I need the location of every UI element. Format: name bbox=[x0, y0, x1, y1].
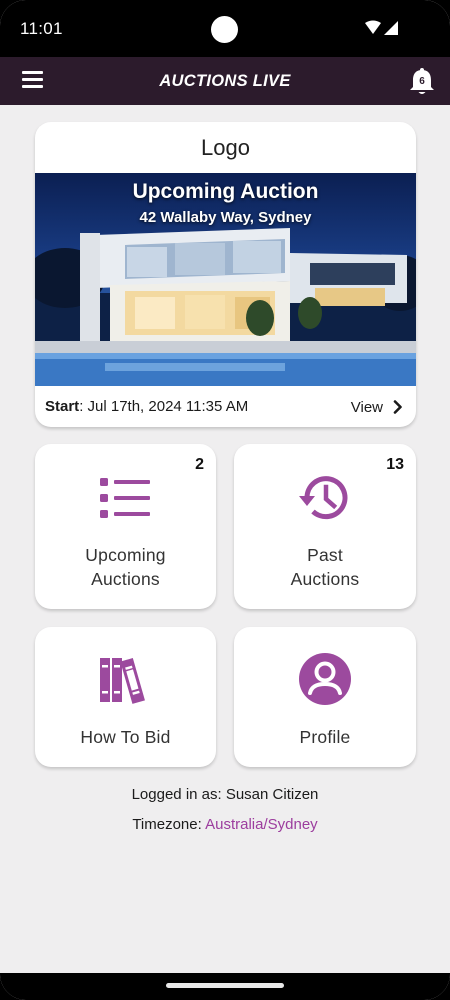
list-icon bbox=[35, 474, 216, 522]
app-screen: 11:01 AUCTIONS LIVE 6 Logo Upcoming Auct… bbox=[0, 0, 450, 1000]
past-auctions-label-line1: Past bbox=[307, 545, 343, 565]
upcoming-auctions-label: Upcoming Auctions bbox=[35, 543, 216, 591]
wifi-icon bbox=[365, 20, 381, 34]
upcoming-auctions-label-line1: Upcoming bbox=[85, 545, 166, 565]
start-value: : Jul 17th, 2024 11:35 AM bbox=[79, 398, 249, 415]
notifications-button[interactable]: 6 bbox=[408, 67, 436, 97]
timezone-label: Timezone: bbox=[132, 816, 206, 833]
logo: Logo bbox=[201, 135, 250, 160]
account-circle-icon bbox=[234, 652, 416, 706]
history-icon bbox=[234, 470, 416, 526]
auction-card-footer: Start: Jul 17th, 2024 11:35 AM View bbox=[35, 386, 416, 427]
upcoming-auctions-count: 2 bbox=[195, 456, 204, 473]
featured-auction-card[interactable]: Logo Upcoming Auction 42 Wallaby Way, Sy… bbox=[35, 122, 416, 427]
past-auctions-tile[interactable]: 13 Past Auctions bbox=[234, 444, 416, 609]
auction-image-title: Upcoming Auction bbox=[132, 180, 319, 203]
profile-label: Profile bbox=[299, 727, 351, 747]
past-auctions-label-line2: Auctions bbox=[290, 569, 360, 589]
status-time: 11:01 bbox=[20, 19, 63, 38]
upcoming-auctions-tile[interactable]: 2 Upcoming Auctions bbox=[35, 444, 216, 609]
system-nav-bar bbox=[0, 973, 450, 1000]
app-bar: AUCTIONS LIVE 6 bbox=[0, 57, 450, 105]
app-title: AUCTIONS LIVE bbox=[159, 72, 291, 90]
chevron-right-icon bbox=[393, 400, 402, 414]
books-icon bbox=[35, 655, 216, 705]
timezone-info: Timezone: Australia/Sydney bbox=[0, 816, 450, 833]
view-label: View bbox=[350, 398, 383, 416]
auction-start-time: Start: Jul 17th, 2024 11:35 AM bbox=[45, 398, 248, 415]
timezone-link[interactable]: Australia/Sydney bbox=[205, 816, 318, 833]
camera-cutout bbox=[211, 16, 238, 43]
notification-count: 6 bbox=[419, 76, 425, 87]
auction-address: 42 Wallaby Way, Sydney bbox=[139, 209, 312, 226]
upcoming-auctions-label-line2: Auctions bbox=[91, 569, 160, 589]
how-to-bid-label: How To Bid bbox=[80, 727, 171, 747]
auction-property-image[interactable]: Upcoming Auction 42 Wallaby Way, Sydney bbox=[35, 173, 416, 386]
signal-icon bbox=[384, 21, 398, 35]
logged-in-user: Logged in as: Susan Citizen bbox=[131, 786, 319, 803]
profile-tile[interactable]: Profile bbox=[234, 627, 416, 767]
past-auctions-label: Past Auctions bbox=[234, 543, 416, 591]
how-to-bid-tile[interactable]: How To Bid bbox=[35, 627, 216, 767]
status-icons bbox=[364, 20, 404, 36]
start-label: Start bbox=[45, 398, 80, 415]
status-bar: 11:01 bbox=[0, 0, 450, 57]
view-auction-button[interactable]: View bbox=[351, 396, 403, 418]
home-indicator[interactable] bbox=[166, 983, 284, 988]
